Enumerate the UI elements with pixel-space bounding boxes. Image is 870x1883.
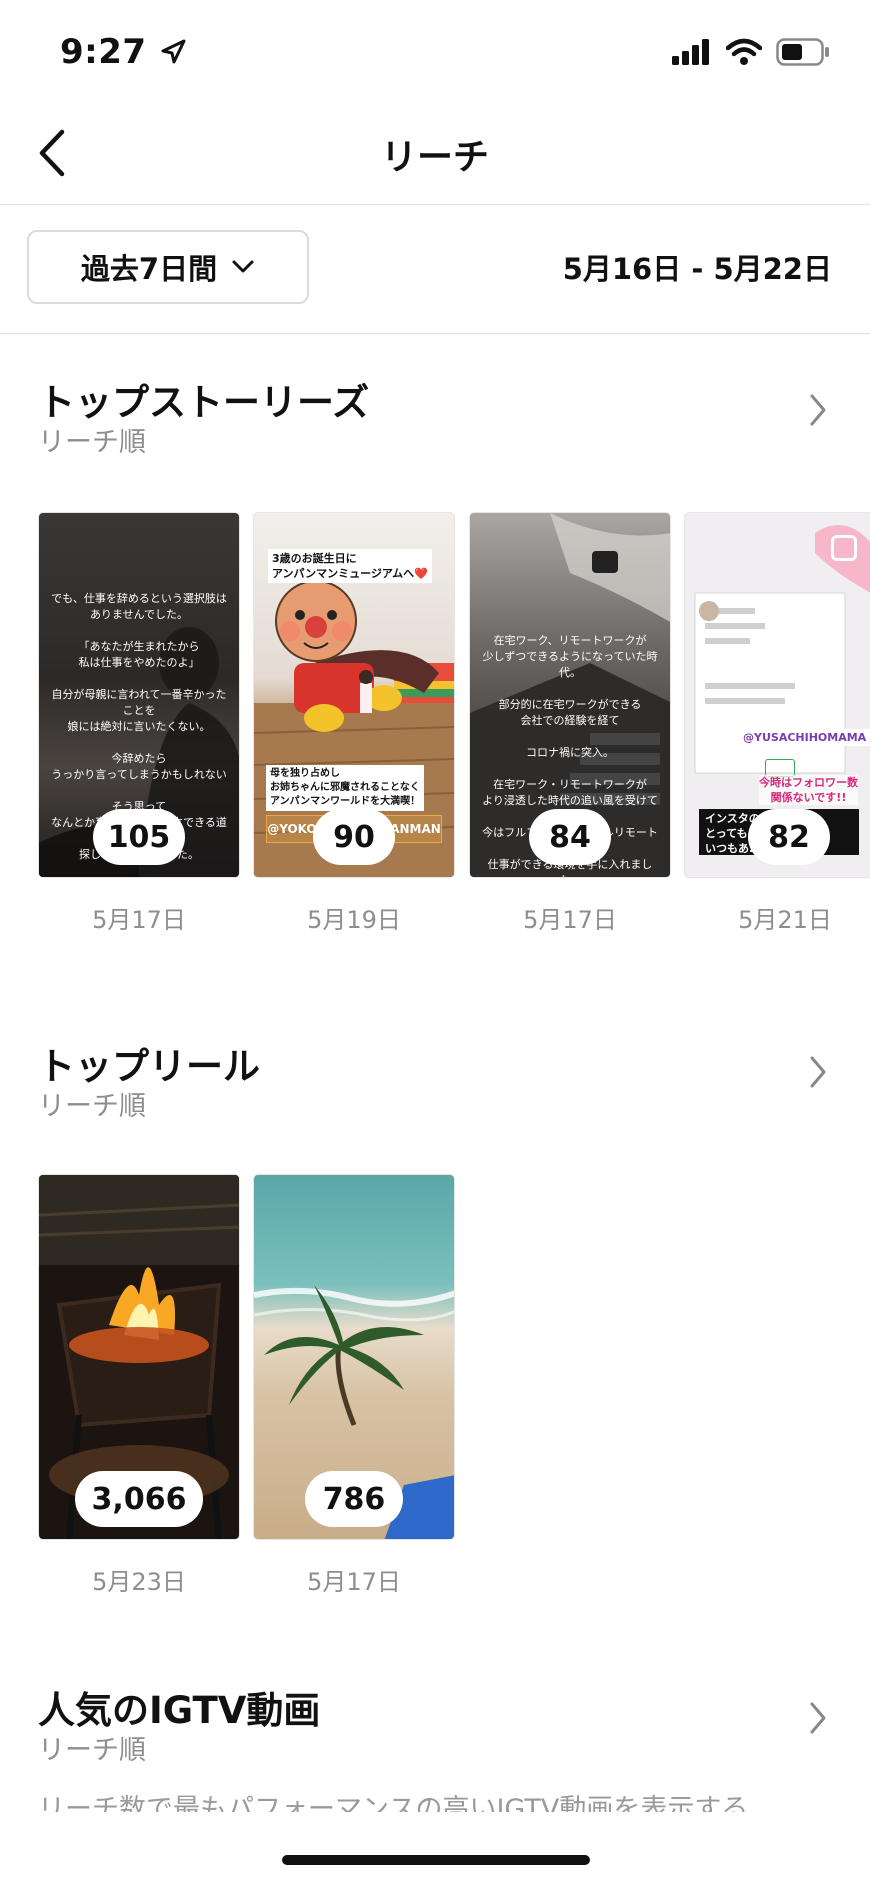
igtv-subtitle: リーチ順 xyxy=(38,1735,146,1766)
camera-icon xyxy=(831,535,857,561)
avatar xyxy=(699,601,719,621)
top-stories-title: トップストーリーズ xyxy=(38,381,370,424)
filter-divider xyxy=(0,333,870,334)
location-arrow-icon xyxy=(161,39,186,64)
wifi-icon xyxy=(726,38,762,65)
igtv-description: リーチ数で最もパフォーマンスの高いIGTV動画を表示する xyxy=(38,1794,749,1812)
date-range-text: 5月16日 - 5月22日 xyxy=(562,252,832,286)
top-reels-subtitle: リーチ順 xyxy=(38,1091,146,1122)
story-caption-top: 3歳のお誕生日に アンパンマンミュージアムへ❤️ xyxy=(268,549,432,583)
story-date: 5月19日 xyxy=(307,906,401,934)
igtv-title: 人気のIGTV動画 xyxy=(38,1689,321,1732)
story-card[interactable]: でも、仕事を辞めるという選択肢は ありませんでした。 「あなたが生まれたから 私は仕… xyxy=(38,512,240,878)
story-caption-bottom: 母を独り占めし お姉ちゃんに邪魔されることなく アンパンマンワールドを大満喫！ xyxy=(266,765,425,811)
story-date: 5月17日 xyxy=(523,906,617,934)
story-card[interactable]: @YUSACHIHOMAMA 今時はフォロワー数 関係ないです!! インスタの … xyxy=(684,512,870,878)
top-reels-title: トップリール xyxy=(38,1045,260,1088)
cellular-signal-icon xyxy=(672,39,709,65)
story-pink-text: 今時はフォロワー数 関係ないです!! xyxy=(759,775,858,805)
reel-card[interactable]: 3,066 xyxy=(38,1174,240,1540)
reel-date: 5月23日 xyxy=(92,1568,186,1596)
date-range-dropdown[interactable]: 過去7日間 xyxy=(27,230,309,304)
reach-count-badge: 82 xyxy=(748,809,830,865)
top-reels-chevron[interactable] xyxy=(798,1052,838,1092)
chevron-right-icon xyxy=(810,1056,826,1088)
chevron-down-icon xyxy=(232,260,254,273)
reach-count-badge: 105 xyxy=(93,809,185,865)
home-indicator[interactable] xyxy=(282,1855,590,1865)
top-stories-subtitle: リーチ順 xyxy=(38,427,146,458)
reach-count-badge: 3,066 xyxy=(75,1471,203,1527)
battery-icon xyxy=(776,38,829,66)
story-mention-tag: @YUSACHIHOMAMA xyxy=(739,729,870,746)
chevron-right-icon xyxy=(810,394,826,426)
reach-count-badge: 84 xyxy=(529,809,611,865)
reel-card[interactable]: 786 xyxy=(253,1174,455,1540)
story-card[interactable]: 在宅ワーク、リモートワークが 少しずつできるようになっていた時代。 部分的に在宅ワ… xyxy=(469,512,671,878)
status-icons xyxy=(672,38,830,66)
story-date: 5月21日 xyxy=(738,906,832,934)
top-stories-chevron[interactable] xyxy=(798,390,838,430)
header-divider xyxy=(0,204,870,205)
status-time: 9:27 xyxy=(60,32,187,72)
chevron-right-icon xyxy=(810,1702,826,1734)
igtv-chevron[interactable] xyxy=(798,1698,838,1738)
story-date: 5月17日 xyxy=(92,906,186,934)
date-range-dropdown-label: 過去7日間 xyxy=(80,252,218,286)
reach-count-badge: 90 xyxy=(313,809,395,865)
story-card[interactable]: 3歳のお誕生日に アンパンマンミュージアムへ❤️ 母を独り占めし お姉ちゃんに邪… xyxy=(253,512,455,878)
page-title: リーチ xyxy=(380,137,489,178)
reel-date: 5月17日 xyxy=(307,1568,401,1596)
reach-count-badge: 786 xyxy=(305,1471,403,1527)
